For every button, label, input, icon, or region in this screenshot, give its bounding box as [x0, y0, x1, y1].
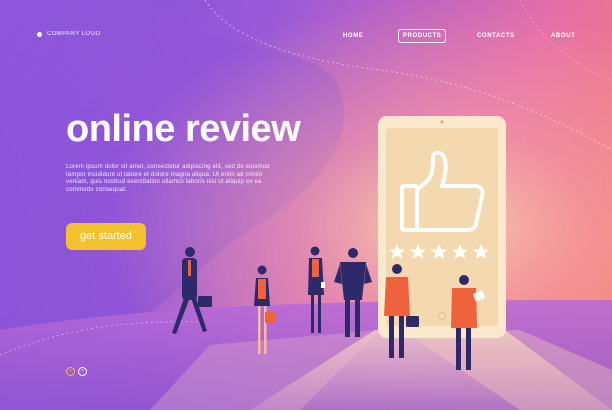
slide-pager: ‹ › [66, 367, 87, 376]
chevron-left-icon[interactable]: ‹ [66, 367, 75, 376]
nav-about[interactable]: ABOUT [551, 29, 575, 43]
background-art [0, 0, 612, 410]
nav-contacts[interactable]: CONTACTS [477, 29, 515, 43]
nav-home[interactable]: HOME [343, 29, 363, 43]
hero-body-text: Lorem ipsum dolor sit amet, consectetur … [66, 163, 270, 193]
top-nav: HOME PRODUCTS CONTACTS ABOUT [0, 29, 612, 45]
chevron-right-icon[interactable]: › [78, 367, 87, 376]
nav-products[interactable]: PRODUCTS [398, 29, 447, 43]
get-started-button[interactable]: get started [66, 223, 146, 250]
hero-title: online review [66, 108, 301, 150]
landing-page: COMPANY LOGO HOME PRODUCTS CONTACTS ABOU… [0, 0, 612, 410]
